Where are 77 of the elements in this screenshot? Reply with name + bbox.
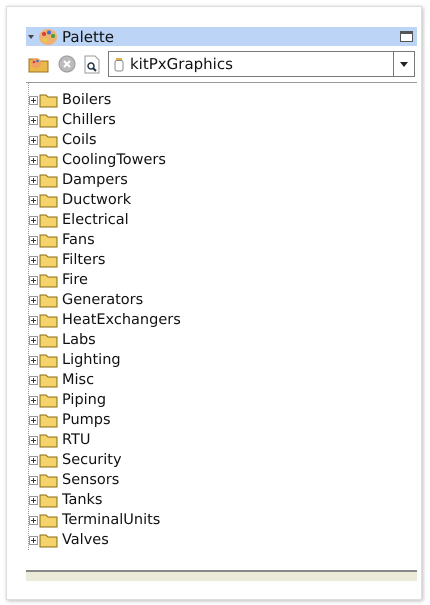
expander-icon[interactable]	[29, 416, 38, 424]
folder-icon	[39, 252, 58, 268]
folder-icon	[39, 292, 58, 308]
folder-icon	[39, 212, 58, 228]
tree-item[interactable]: Valves	[62, 532, 109, 548]
tree-item[interactable]: Piping	[62, 392, 106, 408]
tree-item[interactable]: Coils	[62, 132, 97, 148]
expander-icon[interactable]	[29, 376, 38, 384]
folder-icon	[39, 272, 58, 288]
folder-icon	[39, 312, 58, 328]
tree-item[interactable]: Generators	[62, 292, 144, 308]
tree-item[interactable]: Fans	[62, 232, 95, 248]
expander-icon[interactable]	[29, 176, 38, 184]
folder-icon	[39, 512, 58, 528]
tree-item[interactable]: HeatExchangers	[62, 312, 181, 328]
expander-icon[interactable]	[29, 96, 38, 104]
palette-dropdown[interactable]: kitPxGraphics	[108, 51, 415, 77]
folder-icon	[39, 432, 58, 448]
expander-icon[interactable]	[29, 256, 38, 264]
tree-item[interactable]: CoolingTowers	[62, 152, 166, 168]
tree-item[interactable]: Tanks	[62, 492, 102, 508]
expander-icon[interactable]	[29, 316, 38, 324]
expander-icon[interactable]	[29, 396, 38, 404]
tree-item[interactable]: Fire	[62, 272, 88, 288]
expander-icon[interactable]	[29, 216, 38, 224]
folder-icon	[39, 392, 58, 408]
expander-icon[interactable]	[29, 296, 38, 304]
tree-item[interactable]: Labs	[62, 332, 96, 348]
tree-item[interactable]: Filters	[62, 252, 106, 268]
tree-item[interactable]: Pumps	[62, 412, 111, 428]
folder-icon	[39, 352, 58, 368]
tree-item[interactable]: Electrical	[62, 212, 129, 228]
folder-icon	[39, 332, 58, 348]
folder-icon	[39, 372, 58, 388]
palette-icon	[38, 28, 58, 46]
expander-icon[interactable]	[29, 496, 38, 504]
folder-icon	[39, 92, 58, 108]
tree-item[interactable]: Security	[62, 452, 122, 468]
folder-icon	[39, 132, 58, 148]
expander-icon[interactable]	[29, 456, 38, 464]
maximize-icon[interactable]	[400, 31, 413, 42]
folder-icon	[39, 232, 58, 248]
expander-icon[interactable]	[29, 476, 38, 484]
expander-icon[interactable]	[29, 136, 38, 144]
tree-item[interactable]: Dampers	[62, 172, 128, 188]
expander-icon[interactable]	[29, 356, 38, 364]
folder-icon	[39, 152, 58, 168]
folder-icon	[39, 192, 58, 208]
folder-icon	[39, 172, 58, 188]
expander-icon[interactable]	[29, 276, 38, 284]
folder-icon	[39, 472, 58, 488]
folder-icon	[39, 412, 58, 428]
tree-item[interactable]: Lighting	[62, 352, 121, 368]
tree-item[interactable]: Chillers	[62, 112, 116, 128]
tree-item[interactable]: Misc	[62, 372, 94, 388]
caret-icon[interactable]	[28, 34, 34, 40]
expander-icon[interactable]	[29, 236, 38, 244]
expander-icon[interactable]	[29, 336, 38, 344]
close-icon[interactable]	[58, 55, 76, 73]
tree-item[interactable]: Ductwork	[62, 192, 132, 208]
palette-title: Palette	[62, 28, 114, 46]
expander-icon[interactable]	[29, 436, 38, 444]
tree-item[interactable]: Sensors	[62, 472, 120, 488]
tree-item[interactable]: Boilers	[62, 92, 112, 108]
tree-item[interactable]: RTU	[62, 432, 90, 448]
expander-icon[interactable]	[29, 196, 38, 204]
expander-icon[interactable]	[29, 516, 38, 524]
folder-icon	[39, 452, 58, 468]
tree-item[interactable]: TerminalUnits	[62, 512, 160, 528]
folder-icon	[39, 492, 58, 508]
expander-icon[interactable]	[29, 156, 38, 164]
expander-icon[interactable]	[29, 116, 38, 124]
search-icon[interactable]	[84, 54, 100, 74]
folder-icon	[39, 532, 58, 548]
jar-icon	[114, 56, 124, 72]
expander-icon[interactable]	[29, 536, 38, 544]
folder-icon	[39, 112, 58, 128]
